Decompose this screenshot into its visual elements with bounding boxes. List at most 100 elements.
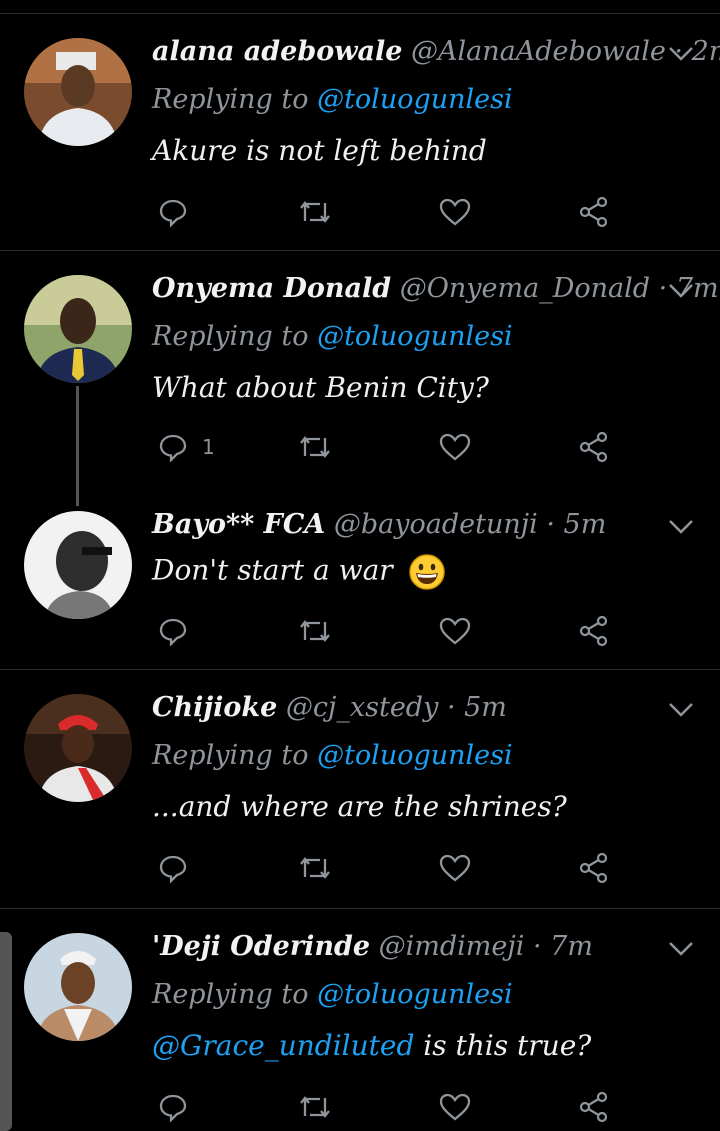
user-handle[interactable]: @cj_xstedy — [286, 692, 438, 723]
chevron-down-icon[interactable] — [668, 283, 694, 299]
tweet[interactable]: Bayo** FCA @bayoadetunji · 5m Don't star… — [0, 501, 720, 670]
replying-label: Replying to — [152, 321, 309, 352]
reply-count: 1 — [202, 435, 215, 459]
tweet[interactable]: Chijioke @cj_xstedy · 5m Replying to @to… — [0, 670, 720, 909]
tweet-text: ...and where are the shrines? — [152, 790, 567, 823]
replying-to-line: Replying to @toluogunlesi — [152, 979, 513, 1010]
tweet[interactable]: 'Deji Oderinde @imdimeji · 7m Replying t… — [0, 909, 720, 1131]
replying-to-line: Replying to @toluogunlesi — [152, 84, 513, 115]
like-icon — [439, 198, 471, 226]
retweet-button[interactable] — [298, 848, 332, 888]
display-name[interactable]: Bayo** FCA — [152, 509, 325, 540]
tweet-text: What about Benin City? — [152, 371, 489, 404]
tweet-header: 'Deji Oderinde @imdimeji · 7m — [152, 931, 593, 962]
tweet-text-line: @Grace_undiluted is this true? — [152, 1029, 591, 1062]
share-icon — [579, 196, 608, 228]
replying-label: Replying to — [152, 979, 309, 1010]
chevron-down-icon[interactable] — [668, 941, 694, 957]
retweet-icon — [300, 201, 330, 223]
timestamp[interactable]: 5m — [464, 692, 507, 723]
tweet-header: alana adebowale @AlanaAdebowale · 2m — [152, 36, 720, 67]
separator-dot: · — [658, 273, 668, 304]
share-icon — [579, 431, 608, 463]
avatar[interactable] — [24, 38, 132, 146]
tweet-actions: 1 — [152, 427, 622, 467]
retweet-icon — [300, 436, 330, 458]
tweet-header: Chijioke @cj_xstedy · 5m — [152, 692, 507, 723]
user-handle[interactable]: @Onyema_Donald — [400, 273, 650, 304]
retweet-button[interactable] — [298, 611, 332, 651]
reply-button[interactable] — [158, 192, 202, 232]
avatar[interactable] — [24, 933, 132, 1041]
reply-button[interactable] — [158, 848, 202, 888]
display-name[interactable]: Chijioke — [152, 692, 277, 723]
like-button[interactable] — [439, 1087, 471, 1127]
replying-to-line: Replying to @toluogunlesi — [152, 740, 513, 771]
timestamp[interactable]: 7m — [550, 931, 593, 962]
share-icon — [579, 1091, 608, 1123]
tweet-text-line: Don't start a war — [152, 553, 446, 591]
tweet-text: Don't start a war — [152, 553, 393, 587]
share-icon — [579, 615, 608, 647]
chevron-down-icon[interactable] — [668, 46, 694, 62]
reply-icon — [159, 434, 187, 462]
text-mention[interactable]: @Grace_undiluted — [152, 1029, 414, 1062]
like-icon — [439, 617, 471, 645]
like-button[interactable] — [439, 848, 471, 888]
like-button[interactable] — [439, 611, 471, 651]
like-icon — [439, 1093, 471, 1121]
scrollbar[interactable] — [0, 932, 12, 1131]
reply-button[interactable] — [158, 1087, 202, 1127]
tweet-text: Akure is not left behind — [152, 134, 487, 167]
replying-to-mention[interactable]: @toluogunlesi — [317, 84, 513, 115]
replying-to-line: Replying to @toluogunlesi — [152, 321, 513, 352]
user-handle[interactable]: @bayoadetunji — [334, 509, 538, 540]
tweet-header: Onyema Donald @Onyema_Donald · 7m — [152, 273, 719, 304]
separator-dot: · — [546, 509, 555, 540]
replying-to-mention[interactable]: @toluogunlesi — [317, 740, 513, 771]
replying-to-mention[interactable]: @toluogunlesi — [317, 979, 513, 1010]
share-button[interactable] — [578, 427, 610, 467]
retweet-button[interactable] — [298, 427, 332, 467]
avatar[interactable] — [24, 511, 132, 619]
like-icon — [439, 854, 471, 882]
like-button[interactable] — [439, 427, 471, 467]
share-button[interactable] — [578, 192, 610, 232]
separator-dot: · — [532, 931, 542, 962]
reply-button[interactable]: 1 — [158, 427, 215, 467]
grinning-face-emoji-icon — [408, 554, 445, 590]
share-button[interactable] — [578, 848, 610, 888]
timestamp[interactable]: 5m — [564, 509, 607, 540]
reply-button[interactable] — [158, 611, 202, 651]
reply-icon — [159, 855, 187, 883]
reply-icon — [159, 199, 187, 227]
avatar[interactable] — [24, 694, 132, 802]
reply-icon — [159, 1094, 187, 1122]
retweet-icon — [300, 857, 330, 879]
user-handle[interactable]: @imdimeji — [379, 931, 525, 962]
like-button[interactable] — [439, 192, 471, 232]
chevron-down-icon[interactable] — [668, 519, 694, 535]
share-button[interactable] — [578, 611, 610, 651]
avatar[interactable] — [24, 275, 132, 383]
display-name[interactable]: alana adebowale — [152, 36, 402, 67]
retweet-button[interactable] — [298, 192, 332, 232]
retweet-icon — [300, 1096, 330, 1118]
replying-label: Replying to — [152, 740, 309, 771]
replying-to-mention[interactable]: @toluogunlesi — [317, 321, 513, 352]
separator-dot: · — [446, 692, 456, 723]
share-button[interactable] — [578, 1087, 610, 1127]
timestamp[interactable]: 2m — [692, 36, 720, 67]
retweet-button[interactable] — [298, 1087, 332, 1127]
display-name[interactable]: Onyema Donald — [152, 273, 391, 304]
display-name[interactable]: 'Deji Oderinde — [152, 931, 370, 962]
tweet-actions — [152, 848, 622, 888]
chevron-down-icon[interactable] — [668, 702, 694, 718]
reply-icon — [159, 618, 187, 646]
tweet-text: is this true? — [414, 1029, 592, 1062]
tweet[interactable]: alana adebowale @AlanaAdebowale · 2m Rep… — [0, 14, 720, 251]
tweet[interactable]: Onyema Donald @Onyema_Donald · 7m Replyi… — [0, 251, 720, 501]
user-handle[interactable]: @AlanaAdebowale — [411, 36, 666, 67]
retweet-icon — [300, 620, 330, 642]
tweet-header: Bayo** FCA @bayoadetunji · 5m — [152, 509, 606, 540]
